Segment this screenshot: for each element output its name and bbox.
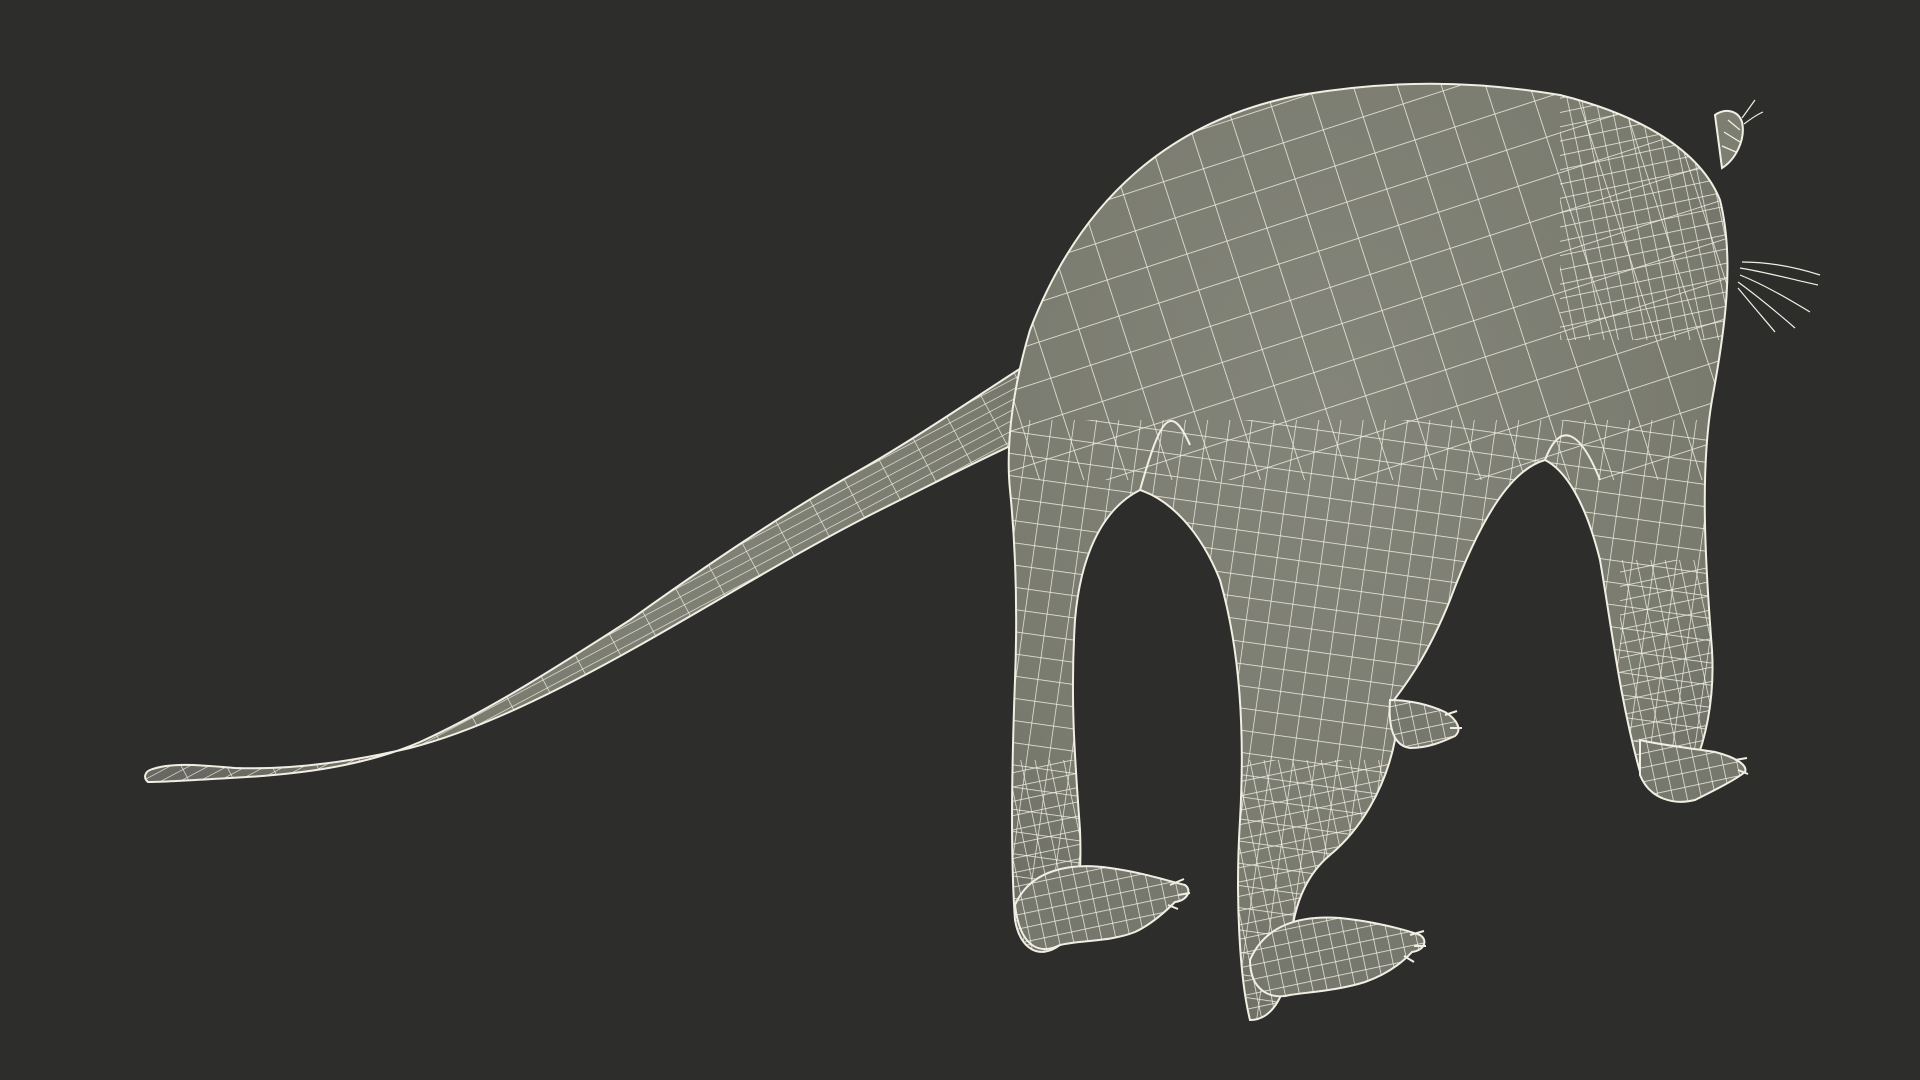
3d-viewport <box>0 0 1920 1080</box>
ear-mesh <box>1713 109 1744 170</box>
wireframe-model <box>144 82 1821 1021</box>
tail-mesh <box>144 349 1052 783</box>
whiskers <box>1737 99 1821 333</box>
